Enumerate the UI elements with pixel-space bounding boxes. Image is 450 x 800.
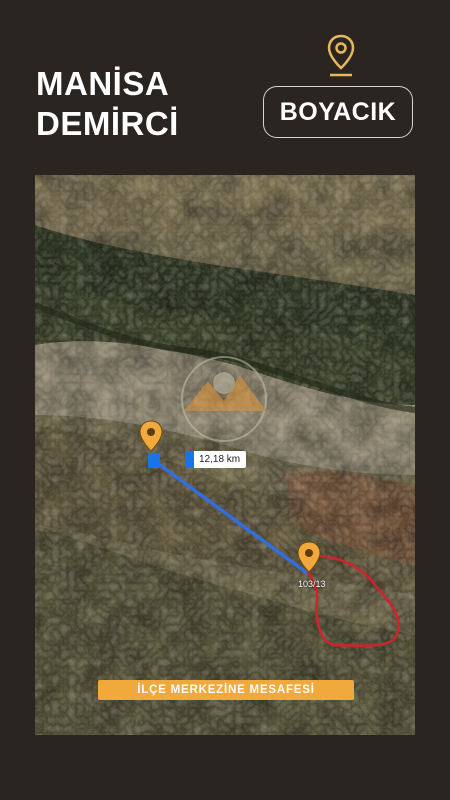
location-badge: BOYACIK: [263, 86, 413, 138]
title: MANİSA DEMİRCİ: [36, 64, 179, 144]
city-name: MANİSA: [36, 65, 170, 102]
district-name: DEMİRCİ: [36, 105, 179, 142]
map-pin-icon: [327, 34, 355, 77]
distance-value: 12,18 km: [199, 454, 241, 465]
distance-route: [154, 460, 309, 575]
map-pin-icon-parcel[interactable]: [297, 541, 321, 573]
parcel-number: 103/13: [298, 579, 326, 589]
satellite-map[interactable]: 12,18 km 103/13 İLÇE MERKEZİNE MESAFESİ: [35, 175, 415, 735]
map-pin-icon-start[interactable]: [139, 420, 163, 452]
distance-label: 12,18 km: [185, 451, 247, 468]
route-start: [148, 453, 160, 468]
distance-label-marker: [185, 451, 194, 468]
distance-banner: İLÇE MERKEZİNE MESAFESİ: [98, 680, 354, 700]
